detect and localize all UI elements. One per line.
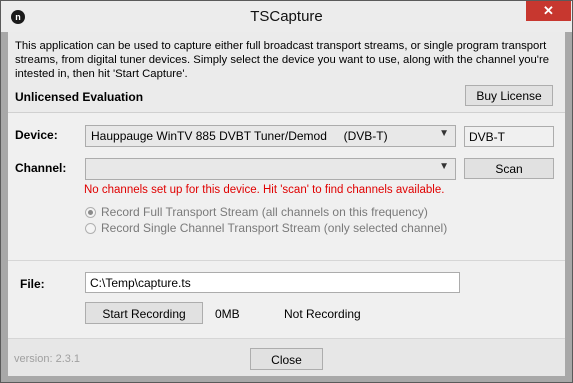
section-divider bbox=[8, 260, 565, 261]
recording-size: 0MB bbox=[215, 307, 240, 321]
radio-unchecked-icon bbox=[85, 223, 96, 234]
chevron-down-icon: ▼ bbox=[439, 161, 449, 172]
device-dropdown[interactable]: Hauppauge WinTV 885 DVBT Tuner/Demod (DV… bbox=[85, 125, 456, 147]
recording-status: Not Recording bbox=[284, 307, 361, 321]
license-status: Unlicensed Evaluation bbox=[15, 90, 144, 104]
info-panel: This application can be used to capture … bbox=[8, 32, 565, 113]
device-label: Device: bbox=[15, 128, 58, 142]
record-full-ts-radio[interactable]: Record Full Transport Stream (all channe… bbox=[85, 205, 428, 219]
scan-button[interactable]: Scan bbox=[464, 158, 554, 179]
radio-checked-icon bbox=[85, 207, 96, 218]
chevron-down-icon: ▼ bbox=[439, 128, 449, 139]
close-button[interactable]: Close bbox=[250, 348, 323, 370]
file-label: File: bbox=[20, 277, 45, 291]
description-text: This application can be used to capture … bbox=[15, 40, 550, 80]
device-type-field: DVB-T bbox=[464, 126, 554, 147]
footer-panel: version: 2.3.1 Close bbox=[8, 338, 565, 376]
close-icon: ✕ bbox=[543, 3, 554, 18]
tscapture-window: n TSCapture ✕ This application can be us… bbox=[0, 0, 573, 383]
record-single-channel-radio[interactable]: Record Single Channel Transport Stream (… bbox=[85, 221, 447, 235]
title-bar[interactable]: n TSCapture ✕ bbox=[1, 1, 572, 32]
window-close-button[interactable]: ✕ bbox=[526, 1, 571, 21]
device-selected: Hauppauge WinTV 885 DVBT Tuner/Demod (DV… bbox=[91, 129, 388, 143]
buy-license-button[interactable]: Buy License bbox=[465, 85, 553, 106]
record-single-channel-label: Record Single Channel Transport Stream (… bbox=[101, 221, 448, 235]
start-recording-button[interactable]: Start Recording bbox=[85, 302, 203, 324]
version-text: version: 2.3.1 bbox=[14, 353, 81, 365]
channel-error-message: No channels set up for this device. Hit … bbox=[84, 184, 445, 196]
channel-label: Channel: bbox=[15, 161, 67, 175]
record-full-ts-label: Record Full Transport Stream (all channe… bbox=[101, 205, 428, 219]
file-path-input[interactable]: C:\Temp\capture.ts bbox=[85, 272, 460, 293]
window-title: TSCapture bbox=[250, 8, 323, 25]
channel-dropdown[interactable]: ▼ bbox=[85, 158, 456, 180]
main-content: This application can be used to capture … bbox=[8, 32, 565, 376]
